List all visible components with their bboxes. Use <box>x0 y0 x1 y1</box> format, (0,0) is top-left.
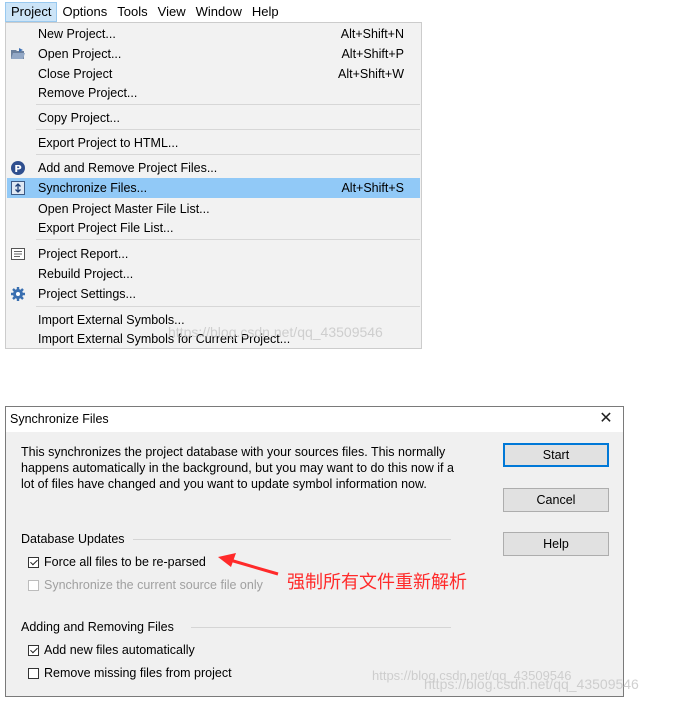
menu-item-label: Rebuild Project... <box>38 267 134 281</box>
checkbox-box[interactable] <box>28 579 39 591</box>
group-divider <box>133 539 451 540</box>
menu-bar: Project Options Tools View Window Help <box>5 1 425 23</box>
checkbox-label: Add new files automatically <box>44 643 195 657</box>
menu-item-label: Copy Project... <box>38 111 120 125</box>
sync-current-file-checkbox[interactable]: Synchronize the current source file only <box>28 578 263 592</box>
menu-item-project-settings[interactable]: Project Settings... <box>7 284 420 304</box>
menu-item-label: Synchronize Files... <box>38 181 148 195</box>
menu-item-add-remove-files[interactable]: P Add and Remove Project Files... <box>7 158 420 178</box>
checkbox-label: Synchronize the current source file only <box>44 578 263 592</box>
force-reparse-checkbox[interactable]: Force all files to be re-parsed <box>28 555 206 569</box>
checkbox-box[interactable] <box>28 556 39 568</box>
dialog-description: This synchronizes the project database w… <box>21 445 454 491</box>
menu-item-open-master-list[interactable]: Open Project Master File List... <box>7 199 420 219</box>
menu-help[interactable]: Help <box>247 2 284 22</box>
project-files-icon: P <box>10 160 26 176</box>
menu-item-shortcut: Alt+Shift+W <box>338 67 404 81</box>
menu-item-synchronize-files[interactable]: Synchronize Files... Alt+Shift+S <box>7 178 420 198</box>
menu-item-close-project[interactable]: Close Project Alt+Shift+W <box>7 64 420 84</box>
menu-item-label: Project Settings... <box>38 287 136 301</box>
menu-item-label: Project Report... <box>38 247 129 261</box>
arrow-annotation-icon <box>218 553 279 576</box>
menu-item-shortcut: Alt+Shift+S <box>341 181 404 195</box>
group-divider <box>191 627 451 628</box>
remove-missing-files-checkbox[interactable]: Remove missing files from project <box>28 666 232 680</box>
menu-item-open-project[interactable]: Open Project... Alt+Shift+P <box>7 44 420 64</box>
menu-window[interactable]: Window <box>191 2 247 22</box>
menu-item-label: Export Project File List... <box>38 221 174 235</box>
menu-item-export-file-list[interactable]: Export Project File List... <box>7 218 420 238</box>
menu-item-label: Open Project... <box>38 47 122 61</box>
checkbox-box[interactable] <box>28 644 39 656</box>
add-new-files-checkbox[interactable]: Add new files automatically <box>28 643 195 657</box>
menu-separator <box>36 239 420 240</box>
menu-item-remove-project[interactable]: Remove Project... <box>7 83 420 103</box>
menu-item-label: Remove Project... <box>38 86 138 100</box>
menu-item-project-report[interactable]: Project Report... <box>7 244 420 264</box>
menu-item-shortcut: Alt+Shift+P <box>341 47 404 61</box>
report-icon <box>10 246 26 262</box>
watermark: https://blog.csdn.net/qq_43509546 <box>168 324 383 340</box>
menu-item-label: Close Project <box>38 67 113 81</box>
open-folder-icon <box>10 46 26 62</box>
help-button[interactable]: Help <box>503 532 609 556</box>
cancel-button[interactable]: Cancel <box>503 488 609 512</box>
menu-item-label: New Project... <box>38 27 116 41</box>
checkbox-box[interactable] <box>28 667 39 679</box>
group-title-database-updates: Database Updates <box>21 532 125 546</box>
menu-separator <box>36 154 420 155</box>
dialog-titlebar: Synchronize Files ✕ <box>6 407 623 432</box>
menu-separator <box>36 129 420 130</box>
annotation-text: 强制所有文件重新解析 <box>287 572 467 593</box>
watermark: https://blog.csdn.net/qq_43509546 <box>424 676 639 692</box>
menu-item-export-html[interactable]: Export Project to HTML... <box>7 133 420 153</box>
checkbox-label: Force all files to be re-parsed <box>44 555 206 569</box>
dialog-title: Synchronize Files <box>10 412 109 426</box>
menu-item-label: Import External Symbols... <box>38 313 185 327</box>
menu-item-shortcut: Alt+Shift+N <box>340 27 404 41</box>
menu-item-new-project[interactable]: New Project... Alt+Shift+N <box>7 24 420 44</box>
sync-icon <box>10 180 26 196</box>
svg-text:P: P <box>14 164 21 175</box>
menu-item-label: Add and Remove Project Files... <box>38 161 218 175</box>
gear-icon <box>10 286 26 302</box>
menu-options[interactable]: Options <box>57 2 112 22</box>
close-icon[interactable]: ✕ <box>595 409 617 429</box>
menu-separator <box>36 104 420 105</box>
start-button[interactable]: Start <box>503 443 609 467</box>
menu-item-label: Export Project to HTML... <box>38 136 179 150</box>
menu-item-label: Open Project Master File List... <box>38 202 210 216</box>
menu-item-copy-project[interactable]: Copy Project... <box>7 108 420 128</box>
menu-project[interactable]: Project <box>5 2 58 22</box>
group-title-adding-removing: Adding and Removing Files <box>21 620 174 634</box>
project-dropdown-menu: New Project... Alt+Shift+N Open Project.… <box>5 22 422 349</box>
menu-view[interactable]: View <box>153 2 191 22</box>
menu-tools[interactable]: Tools <box>112 2 152 22</box>
checkbox-label: Remove missing files from project <box>44 666 232 680</box>
synchronize-files-dialog: Synchronize Files ✕ This synchronizes th… <box>5 406 624 697</box>
menu-separator <box>36 306 420 307</box>
menu-item-rebuild-project[interactable]: Rebuild Project... <box>7 264 420 284</box>
